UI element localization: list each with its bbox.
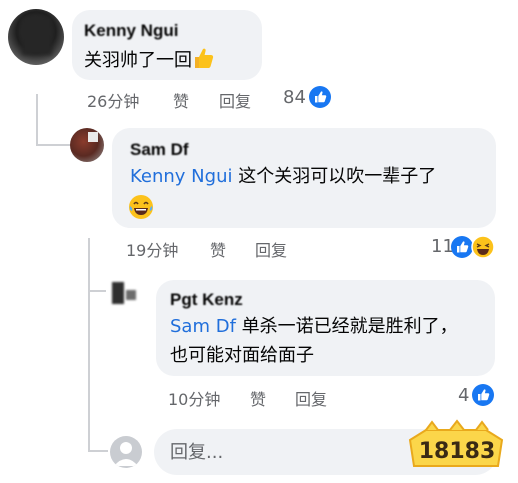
comment-time: 10分钟 [168, 390, 221, 409]
like-button[interactable]: 赞 [250, 386, 266, 410]
avatar[interactable] [8, 9, 64, 65]
reaction-count: 4 [458, 385, 470, 406]
mention-link[interactable]: Sam Df [170, 316, 236, 337]
laughing-face-emoji-icon [128, 194, 156, 222]
like-reaction-icon[interactable] [472, 384, 494, 410]
comment-text-content: 这个关羽可以吹一辈子了 [238, 166, 437, 187]
like-button[interactable]: 赞 [173, 88, 189, 112]
thread-line [36, 94, 38, 146]
like-button[interactable]: 赞 [210, 237, 226, 261]
comment-bubble: Kenny Ngui 关羽帅了一回 [72, 10, 262, 80]
comment-text: 关羽帅了一回 [84, 46, 216, 75]
watermark-text: 18183 [419, 439, 496, 464]
composer-avatar-icon [110, 436, 142, 468]
thread-line [88, 290, 106, 292]
reply-button[interactable]: 回复 [255, 237, 287, 261]
comment-text-content: 关羽帅了一回 [84, 50, 192, 71]
comment-author[interactable]: Sam Df [130, 140, 189, 160]
thread-line [88, 450, 108, 452]
haha-reaction-icon[interactable] [471, 235, 495, 263]
thread-line [88, 238, 90, 452]
like-reaction-icon[interactable] [451, 236, 473, 262]
like-reaction-icon[interactable] [309, 86, 331, 112]
watermark-logo: 18183 [402, 418, 512, 476]
thumbs-up-emoji-icon [192, 46, 216, 70]
reaction-count: 84 [283, 87, 306, 108]
comment-bubble: Pgt Kenz Sam Df 单杀一诺已经就是胜利了，也可能对面给面子 [156, 280, 495, 376]
comment-bubble: Sam Df Kenny Ngui 这个关羽可以吹一辈子了 [112, 128, 496, 228]
comment-text: Sam Df 单杀一诺已经就是胜利了，也可能对面给面子 [170, 312, 470, 370]
comment-time: 26分钟 [87, 92, 140, 111]
mention-link[interactable]: Kenny Ngui [130, 166, 232, 187]
reply-button[interactable]: 回复 [219, 88, 251, 112]
comment-author[interactable]: Kenny Ngui [84, 21, 178, 41]
comment-author[interactable]: Pgt Kenz [170, 290, 243, 310]
avatar[interactable] [70, 128, 104, 162]
avatar[interactable] [106, 280, 144, 312]
comment-time: 19分钟 [126, 241, 179, 260]
reply-button[interactable]: 回复 [295, 386, 327, 410]
comment-text: Kenny Ngui 这个关羽可以吹一辈子了 [130, 162, 436, 191]
thread-line [36, 144, 70, 146]
